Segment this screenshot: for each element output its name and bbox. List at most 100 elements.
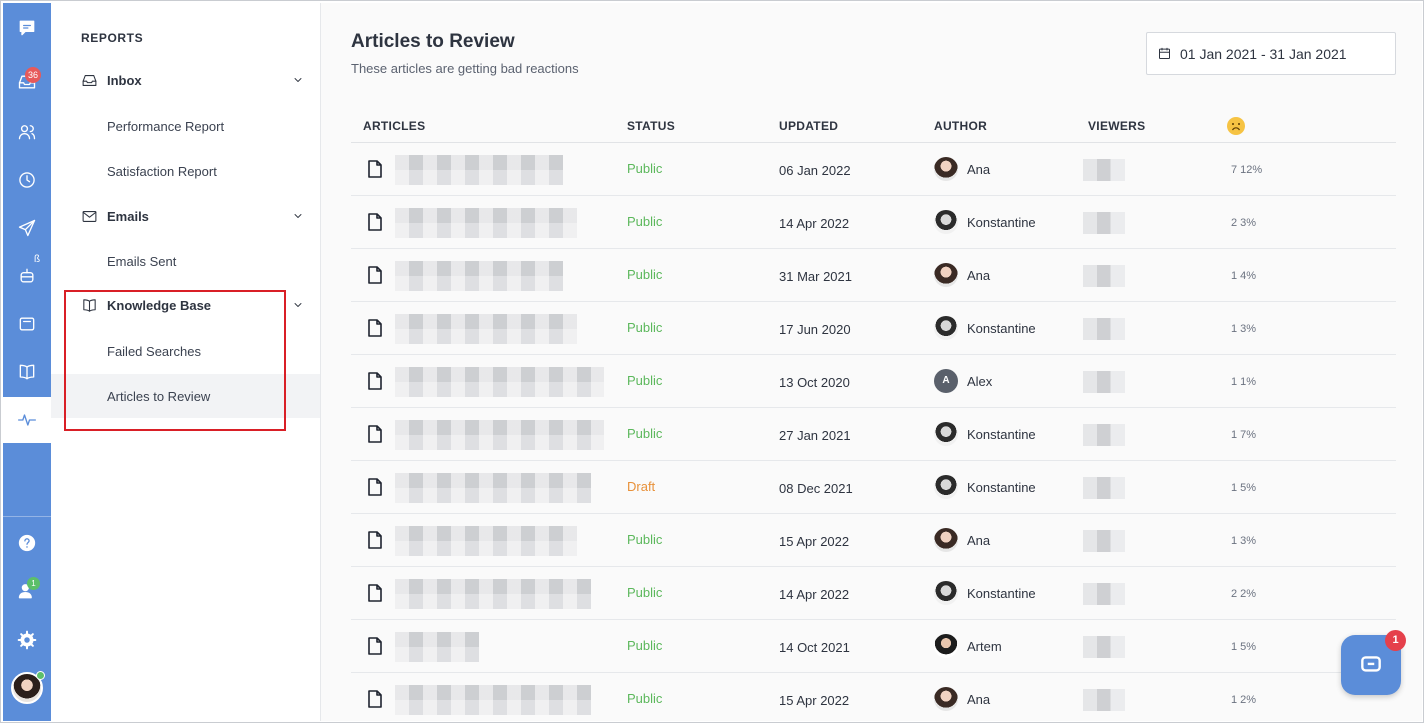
document-icon xyxy=(367,160,383,178)
table-body: Public 06 Jan 2022 Ana 7 12% Public 14 Apr 20… xyxy=(351,143,1396,722)
updated-date: 08 Dec 2021 xyxy=(779,481,853,496)
column-header-articles[interactable]: ARTICLES xyxy=(363,119,425,133)
article-title-redacted[interactable] xyxy=(395,420,604,450)
table-header: ARTICLES STATUS UPDATED AUTHOR VIEWERS xyxy=(351,107,1396,143)
column-header-status[interactable]: STATUS xyxy=(627,119,675,133)
author-avatar xyxy=(934,210,958,234)
document-icon xyxy=(367,478,383,496)
reports-pulse-icon[interactable] xyxy=(3,397,51,443)
main-content: Articles to Review These articles are ge… xyxy=(321,3,1422,721)
bad-reactions-value: 7 12% xyxy=(1231,164,1263,176)
inbox-icon[interactable] xyxy=(3,59,51,105)
envelope-icon xyxy=(82,210,97,222)
author-cell: Ana xyxy=(934,263,990,287)
table-row[interactable]: Public 15 Apr 2022 Ana 1 2% xyxy=(351,673,1396,722)
author-avatar xyxy=(934,634,958,658)
status-label: Draft xyxy=(627,479,656,494)
chat-logo-icon[interactable] xyxy=(3,5,51,51)
updated-date: 06 Jan 2022 xyxy=(779,163,851,178)
status-label: Public xyxy=(627,320,663,335)
author-name: Ana xyxy=(967,691,991,707)
contacts-icon[interactable] xyxy=(3,109,51,155)
table-row[interactable]: Public 15 Apr 2022 Ana 1 3% xyxy=(351,514,1396,567)
article-title-redacted[interactable] xyxy=(395,261,563,291)
icon-rail: 36 ß 1 xyxy=(3,3,51,721)
table-row[interactable]: Public 06 Jan 2022 Ana 7 12% xyxy=(351,143,1396,196)
author-name: Ana xyxy=(967,267,991,283)
table-row[interactable]: Public 17 Jun 2020 Konstantine 1 3% xyxy=(351,302,1396,355)
sad-face-icon[interactable] xyxy=(1227,117,1245,135)
status-label: Public xyxy=(627,691,663,706)
document-icon xyxy=(367,531,383,549)
author-name: Konstantine xyxy=(967,320,1036,336)
updated-date: 13 Oct 2020 xyxy=(779,375,850,390)
column-header-updated[interactable]: UPDATED xyxy=(779,119,838,133)
document-icon xyxy=(367,266,383,284)
updated-date: 27 Jan 2021 xyxy=(779,428,851,443)
table-row[interactable]: Public 14 Apr 2022 Konstantine 2 3% xyxy=(351,196,1396,249)
settings-gear-icon[interactable] xyxy=(3,617,51,663)
table-row[interactable]: Public 14 Oct 2021 Artem 1 5% xyxy=(351,620,1396,673)
table-row[interactable]: Public 13 Oct 2020 A Alex 1 1% xyxy=(351,355,1396,408)
document-icon xyxy=(367,637,383,655)
viewers-redacted xyxy=(1083,212,1125,234)
bad-reactions-value: 1 5% xyxy=(1231,641,1257,653)
app-window: 36 ß 1 REPORTS Inbox Performance Report … xyxy=(0,0,1424,723)
document-icon xyxy=(367,425,383,443)
chevron-down-icon xyxy=(292,209,306,223)
document-icon xyxy=(367,319,383,337)
author-cell: Konstantine xyxy=(934,475,1036,499)
viewers-redacted xyxy=(1083,424,1125,446)
article-title-redacted[interactable] xyxy=(395,155,563,185)
status-label: Public xyxy=(627,267,663,282)
bot-icon[interactable] xyxy=(3,253,51,299)
article-title-redacted[interactable] xyxy=(395,685,591,715)
nav-item-performance-report[interactable]: Performance Report xyxy=(51,104,320,148)
author-name: Konstantine xyxy=(967,479,1036,495)
bad-reactions-value: 1 1% xyxy=(1231,376,1257,388)
nav-group-inbox[interactable]: Inbox xyxy=(81,69,306,91)
status-label: Public xyxy=(627,426,663,441)
article-title-redacted[interactable] xyxy=(395,367,604,397)
online-status-dot xyxy=(36,671,45,680)
nav-item-satisfaction-report[interactable]: Satisfaction Report xyxy=(51,149,320,193)
table-row[interactable]: Public 14 Apr 2022 Konstantine 2 2% xyxy=(351,567,1396,620)
document-icon xyxy=(367,372,383,390)
author-cell: Konstantine xyxy=(934,210,1036,234)
agents-icon[interactable] xyxy=(3,568,51,614)
column-header-viewers[interactable]: VIEWERS xyxy=(1088,119,1145,133)
book-icon[interactable] xyxy=(3,349,51,395)
bad-reactions-value: 2 3% xyxy=(1231,217,1257,229)
viewers-redacted xyxy=(1083,318,1125,340)
send-campaign-icon[interactable] xyxy=(3,205,51,251)
document-icon xyxy=(367,690,383,708)
viewers-redacted xyxy=(1083,265,1125,287)
author-avatar: A xyxy=(934,369,958,393)
column-header-author[interactable]: AUTHOR xyxy=(934,119,987,133)
help-icon[interactable] xyxy=(3,520,51,566)
nav-item-emails-sent[interactable]: Emails Sent xyxy=(51,239,320,283)
status-label: Public xyxy=(627,214,663,229)
knowledge-widget-icon[interactable] xyxy=(3,301,51,347)
table-row[interactable]: Public 27 Jan 2021 Konstantine 1 7% xyxy=(351,408,1396,461)
updated-date: 15 Apr 2022 xyxy=(779,534,850,549)
bad-reactions-value: 1 3% xyxy=(1231,535,1257,547)
article-title-redacted[interactable] xyxy=(395,314,577,344)
updated-date: 17 Jun 2020 xyxy=(779,322,851,337)
date-range-picker[interactable]: 01 Jan 2021 - 31 Jan 2021 xyxy=(1146,32,1396,75)
author-name: Alex xyxy=(967,373,993,389)
bad-reactions-value: 2 2% xyxy=(1231,588,1257,600)
author-avatar xyxy=(934,422,958,446)
nav-group-emails[interactable]: Emails xyxy=(81,205,306,227)
viewers-redacted xyxy=(1083,689,1125,711)
article-title-redacted[interactable] xyxy=(395,579,591,609)
table-row[interactable]: Public 31 Mar 2021 Ana 1 4% xyxy=(351,249,1396,302)
article-title-redacted[interactable] xyxy=(395,632,479,662)
table-row[interactable]: Draft 08 Dec 2021 Konstantine 1 5% xyxy=(351,461,1396,514)
article-title-redacted[interactable] xyxy=(395,208,577,238)
history-clock-icon[interactable] xyxy=(3,157,51,203)
chat-bubble-icon xyxy=(1361,656,1381,672)
article-title-redacted[interactable] xyxy=(395,526,577,556)
article-title-redacted[interactable] xyxy=(395,473,591,503)
updated-date: 14 Apr 2022 xyxy=(779,587,850,602)
